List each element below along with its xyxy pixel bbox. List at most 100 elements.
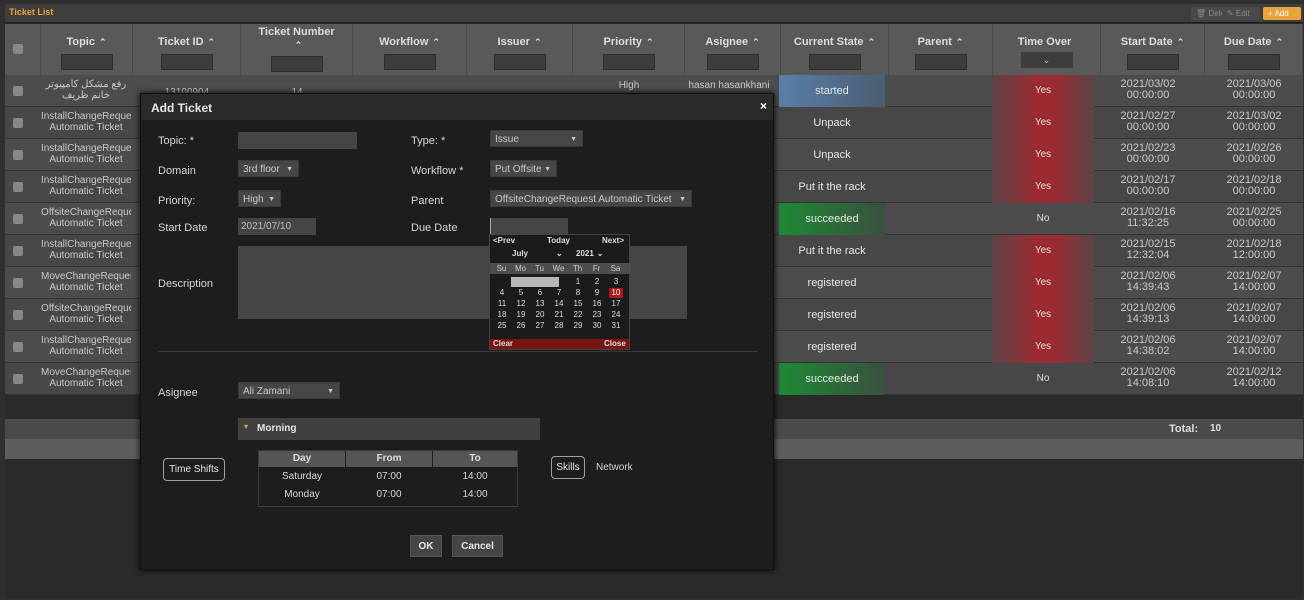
calendar-day[interactable]: 10 (609, 288, 623, 298)
calendar-day[interactable]: 23 (590, 310, 604, 320)
calendar-day[interactable]: 18 (495, 310, 509, 320)
calendar-day[interactable]: 11 (495, 299, 509, 309)
column-filter-input[interactable] (493, 54, 546, 70)
column-filter-input[interactable] (602, 54, 655, 70)
calendar-day[interactable]: 22 (571, 310, 585, 320)
column-header[interactable]: Start Date ⌃ (1101, 24, 1205, 75)
calendar-day[interactable]: 7 (552, 288, 566, 298)
column-filter-input[interactable] (808, 54, 861, 70)
column-header[interactable]: Asignee ⌃ (685, 24, 781, 75)
prev-month-link[interactable]: <Prev (493, 236, 515, 245)
calendar-day[interactable]: 2 (590, 277, 604, 287)
calendar-day[interactable]: 21 (552, 310, 566, 320)
sort-icon[interactable]: ⌃ (1177, 37, 1185, 47)
domain-select[interactable]: 3rd floor ▼ (238, 160, 299, 177)
calendar-day[interactable]: 15 (571, 299, 585, 309)
calendar-day[interactable]: 29 (571, 321, 585, 331)
calendar-day[interactable]: 24 (609, 310, 623, 320)
column-header[interactable]: Due Date ⌃ (1205, 24, 1303, 75)
sort-icon[interactable]: ⌃ (868, 37, 876, 47)
calendar-day[interactable]: 25 (495, 321, 509, 331)
month-select[interactable]: July ⌄ (512, 249, 563, 261)
close-link[interactable]: Close (604, 339, 626, 349)
calendar-day[interactable]: 19 (514, 310, 528, 320)
calendar-day[interactable]: 17 (609, 299, 623, 309)
edit-button[interactable]: ✎ Edit (1222, 7, 1260, 20)
calendar-day[interactable]: 26 (514, 321, 528, 331)
sort-icon[interactable]: ⌃ (1276, 37, 1284, 47)
column-filter-input[interactable] (160, 54, 213, 70)
column-header[interactable]: Ticket ID ⌃ (133, 24, 241, 75)
calendar-day[interactable]: 4 (495, 288, 509, 298)
calendar-day[interactable]: 31 (609, 321, 623, 331)
topic-input[interactable] (238, 132, 357, 149)
add-button[interactable]: + Add (1263, 7, 1301, 20)
column-header[interactable]: Workflow ⌃ (353, 24, 467, 75)
row-checkbox[interactable] (13, 86, 23, 96)
column-filter-input[interactable] (1227, 54, 1280, 70)
column-filter-input[interactable] (383, 54, 436, 70)
row-checkbox[interactable] (13, 182, 23, 192)
close-icon[interactable]: × (760, 99, 767, 113)
workflow-select[interactable]: Put Offsite ▼ (490, 160, 557, 177)
row-checkbox[interactable] (13, 118, 23, 128)
sort-icon[interactable]: ⌃ (752, 37, 760, 47)
calendar-day[interactable]: 13 (533, 299, 547, 309)
calendar-day[interactable]: 16 (590, 299, 604, 309)
column-header[interactable]: Ticket Number ⌃ (241, 24, 353, 75)
sort-icon[interactable]: ⌃ (534, 37, 542, 47)
calendar-day[interactable]: 20 (533, 310, 547, 320)
row-checkbox[interactable] (13, 310, 23, 320)
sort-icon[interactable]: ⌃ (295, 40, 303, 50)
calendar-day[interactable]: 28 (552, 321, 566, 331)
sort-icon[interactable]: ⌃ (646, 37, 654, 47)
calendar-day[interactable]: 27 (533, 321, 547, 331)
row-checkbox[interactable] (13, 246, 23, 256)
sort-icon[interactable]: ⌃ (208, 37, 216, 47)
asignee-select[interactable]: Ali Zamani ▼ (238, 382, 340, 399)
calendar-day[interactable]: 9 (590, 288, 604, 298)
calendar-day[interactable]: 30 (590, 321, 604, 331)
calendar-day[interactable]: 3 (609, 277, 623, 287)
due-date-input[interactable] (490, 218, 568, 235)
column-filter-input[interactable] (1126, 54, 1179, 70)
cancel-button[interactable]: Cancel (452, 535, 503, 557)
ok-button[interactable]: OK (410, 535, 442, 557)
sort-icon[interactable]: ⌃ (99, 37, 107, 47)
skills-button[interactable]: Skills (551, 456, 585, 479)
next-month-link[interactable]: Next> (602, 236, 624, 245)
today-link[interactable]: Today (547, 236, 570, 245)
priority-select[interactable]: High ▼ (238, 190, 281, 207)
column-header[interactable]: Issuer ⌃ (467, 24, 573, 75)
column-header[interactable]: Current State ⌃ (781, 24, 889, 75)
parent-select[interactable]: OffsiteChangeRequest Automatic Ticket ▼ (490, 190, 692, 207)
calendar-day[interactable]: 1 (571, 277, 585, 287)
column-filter-input[interactable] (270, 56, 323, 72)
column-header[interactable]: Parent ⌃ (889, 24, 993, 75)
select-all-checkbox[interactable] (13, 44, 23, 54)
calendar-day[interactable]: 8 (571, 288, 585, 298)
calendar-day[interactable]: 6 (533, 288, 547, 298)
shift-accordion-header[interactable]: ▾ Morning (238, 418, 540, 440)
calendar-day[interactable]: 12 (514, 299, 528, 309)
time-shifts-button[interactable]: Time Shifts (163, 458, 225, 481)
column-header[interactable]: Topic ⌃ (41, 24, 133, 75)
type-select[interactable]: Issue ▼ (490, 130, 583, 147)
calendar-day[interactable]: 14 (552, 299, 566, 309)
row-checkbox[interactable] (13, 278, 23, 288)
column-header[interactable]: Time Over ⌄ (993, 24, 1101, 75)
column-filter-input[interactable] (60, 54, 113, 70)
calendar-day[interactable]: 5 (514, 288, 528, 298)
column-filter-input[interactable] (706, 54, 759, 70)
sort-icon[interactable]: ⌃ (956, 37, 964, 47)
row-checkbox[interactable] (13, 342, 23, 352)
row-checkbox[interactable] (13, 214, 23, 224)
year-select[interactable]: 2021 ⌄ (576, 249, 604, 261)
clear-link[interactable]: Clear (493, 339, 513, 349)
time-over-filter[interactable]: ⌄ (1020, 52, 1073, 68)
start-date-input[interactable]: 2021/07/10 (238, 218, 316, 235)
row-checkbox[interactable] (13, 150, 23, 160)
column-filter-input[interactable] (914, 54, 967, 70)
row-checkbox[interactable] (13, 374, 23, 384)
sort-icon[interactable]: ⌃ (432, 37, 440, 47)
